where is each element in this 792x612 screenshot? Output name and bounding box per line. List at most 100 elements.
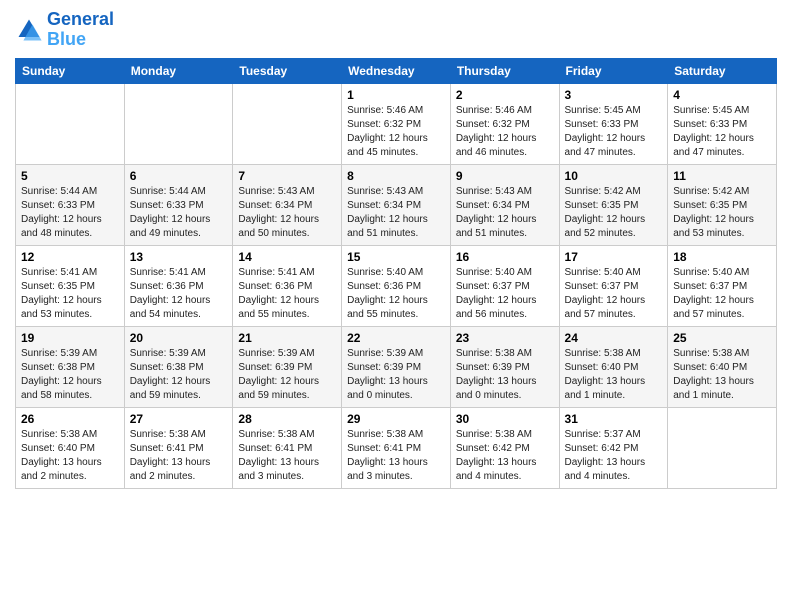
week-row-4: 19 Sunrise: 5:39 AM Sunset: 6:38 PM Dayli… <box>16 326 777 407</box>
day-number: 18 <box>673 250 771 264</box>
day-info: Sunrise: 5:44 AM Sunset: 6:33 PM Dayligh… <box>130 185 228 241</box>
day-number: 15 <box>347 250 445 264</box>
calendar-cell: 11 Sunrise: 5:42 AM Sunset: 6:35 PM Dayli… <box>668 164 777 245</box>
calendar-cell <box>668 407 777 488</box>
day-info: Sunrise: 5:38 AM Sunset: 6:39 PM Dayligh… <box>456 347 554 403</box>
day-info: Sunrise: 5:40 AM Sunset: 6:37 PM Dayligh… <box>673 266 771 322</box>
week-row-1: 1 Sunrise: 5:46 AM Sunset: 6:32 PM Daylig… <box>16 83 777 164</box>
calendar-cell: 31Sunrise: 5:37 AM Sunset: 6:42 PM Dayli… <box>559 407 668 488</box>
calendar-cell: 25Sunrise: 5:38 AM Sunset: 6:40 PM Dayli… <box>668 326 777 407</box>
day-info: Sunrise: 5:42 AM Sunset: 6:35 PM Dayligh… <box>673 185 771 241</box>
day-number: 14 <box>238 250 336 264</box>
day-number: 29 <box>347 412 445 426</box>
calendar-cell: 9 Sunrise: 5:43 AM Sunset: 6:34 PM Daylig… <box>450 164 559 245</box>
day-info: Sunrise: 5:42 AM Sunset: 6:35 PM Dayligh… <box>565 185 663 241</box>
calendar-cell: 12 Sunrise: 5:41 AM Sunset: 6:35 PM Dayli… <box>16 245 125 326</box>
day-info: Sunrise: 5:41 AM Sunset: 6:35 PM Dayligh… <box>21 266 119 322</box>
day-info: Sunrise: 5:40 AM Sunset: 6:36 PM Dayligh… <box>347 266 445 322</box>
calendar-cell: 7 Sunrise: 5:43 AM Sunset: 6:34 PM Daylig… <box>233 164 342 245</box>
calendar-cell <box>233 83 342 164</box>
calendar-cell: 30 Sunrise: 5:38 AM Sunset: 6:42 PM Dayli… <box>450 407 559 488</box>
calendar-cell: 2 Sunrise: 5:46 AM Sunset: 6:32 PM Daylig… <box>450 83 559 164</box>
day-number: 19 <box>21 331 119 345</box>
calendar-cell: 3Sunrise: 5:45 AM Sunset: 6:33 PM Daylig… <box>559 83 668 164</box>
day-info: Sunrise: 5:41 AM Sunset: 6:36 PM Dayligh… <box>130 266 228 322</box>
day-number: 30 <box>456 412 554 426</box>
day-info: Sunrise: 5:38 AM Sunset: 6:40 PM Dayligh… <box>673 347 771 403</box>
calendar-body: 1 Sunrise: 5:46 AM Sunset: 6:32 PM Daylig… <box>16 83 777 488</box>
calendar-cell: 20Sunrise: 5:39 AM Sunset: 6:38 PM Dayli… <box>124 326 233 407</box>
day-number: 4 <box>673 88 771 102</box>
week-row-2: 5 Sunrise: 5:44 AM Sunset: 6:33 PM Daylig… <box>16 164 777 245</box>
calendar-cell: 4 Sunrise: 5:45 AM Sunset: 6:33 PM Daylig… <box>668 83 777 164</box>
day-info: Sunrise: 5:38 AM Sunset: 6:40 PM Dayligh… <box>565 347 663 403</box>
day-number: 2 <box>456 88 554 102</box>
calendar-cell: 15 Sunrise: 5:40 AM Sunset: 6:36 PM Dayli… <box>342 245 451 326</box>
weekday-header-friday: Friday <box>559 58 668 83</box>
day-number: 28 <box>238 412 336 426</box>
day-info: Sunrise: 5:38 AM Sunset: 6:41 PM Dayligh… <box>238 428 336 484</box>
weekday-header-thursday: Thursday <box>450 58 559 83</box>
logo: General Blue <box>15 10 114 50</box>
day-info: Sunrise: 5:41 AM Sunset: 6:36 PM Dayligh… <box>238 266 336 322</box>
day-info: Sunrise: 5:43 AM Sunset: 6:34 PM Dayligh… <box>347 185 445 241</box>
day-number: 21 <box>238 331 336 345</box>
calendar-cell: 22 Sunrise: 5:39 AM Sunset: 6:39 PM Dayli… <box>342 326 451 407</box>
day-info: Sunrise: 5:38 AM Sunset: 6:40 PM Dayligh… <box>21 428 119 484</box>
calendar-cell: 8 Sunrise: 5:43 AM Sunset: 6:34 PM Daylig… <box>342 164 451 245</box>
calendar-cell: 28 Sunrise: 5:38 AM Sunset: 6:41 PM Dayli… <box>233 407 342 488</box>
calendar-header: General Blue <box>15 10 777 50</box>
calendar-cell: 23 Sunrise: 5:38 AM Sunset: 6:39 PM Dayli… <box>450 326 559 407</box>
day-number: 5 <box>21 169 119 183</box>
day-number: 26 <box>21 412 119 426</box>
day-info: Sunrise: 5:45 AM Sunset: 6:33 PM Dayligh… <box>673 104 771 160</box>
weekday-header-sunday: Sunday <box>16 58 125 83</box>
day-number: 6 <box>130 169 228 183</box>
day-number: 9 <box>456 169 554 183</box>
calendar-cell: 21 Sunrise: 5:39 AM Sunset: 6:39 PM Dayli… <box>233 326 342 407</box>
day-info: Sunrise: 5:39 AM Sunset: 6:39 PM Dayligh… <box>238 347 336 403</box>
calendar-cell: 24 Sunrise: 5:38 AM Sunset: 6:40 PM Dayli… <box>559 326 668 407</box>
day-number: 24 <box>565 331 663 345</box>
day-number: 12 <box>21 250 119 264</box>
calendar-cell: 17 Sunrise: 5:40 AM Sunset: 6:37 PM Dayli… <box>559 245 668 326</box>
calendar-cell <box>124 83 233 164</box>
calendar-cell: 14 Sunrise: 5:41 AM Sunset: 6:36 PM Dayli… <box>233 245 342 326</box>
day-number: 1 <box>347 88 445 102</box>
calendar-cell: 19 Sunrise: 5:39 AM Sunset: 6:38 PM Dayli… <box>16 326 125 407</box>
logo-icon <box>15 16 43 44</box>
day-info: Sunrise: 5:40 AM Sunset: 6:37 PM Dayligh… <box>565 266 663 322</box>
day-info: Sunrise: 5:38 AM Sunset: 6:42 PM Dayligh… <box>456 428 554 484</box>
calendar-cell: 27 Sunrise: 5:38 AM Sunset: 6:41 PM Dayli… <box>124 407 233 488</box>
day-info: Sunrise: 5:39 AM Sunset: 6:39 PM Dayligh… <box>347 347 445 403</box>
calendar-cell: 29Sunrise: 5:38 AM Sunset: 6:41 PM Dayli… <box>342 407 451 488</box>
page-container: General Blue SundayMondayTuesdayWednesda… <box>0 0 792 499</box>
day-info: Sunrise: 5:43 AM Sunset: 6:34 PM Dayligh… <box>238 185 336 241</box>
day-info: Sunrise: 5:37 AM Sunset: 6:42 PM Dayligh… <box>565 428 663 484</box>
calendar-cell: 10 Sunrise: 5:42 AM Sunset: 6:35 PM Dayli… <box>559 164 668 245</box>
day-info: Sunrise: 5:46 AM Sunset: 6:32 PM Dayligh… <box>456 104 554 160</box>
day-info: Sunrise: 5:38 AM Sunset: 6:41 PM Dayligh… <box>130 428 228 484</box>
day-info: Sunrise: 5:44 AM Sunset: 6:33 PM Dayligh… <box>21 185 119 241</box>
day-number: 10 <box>565 169 663 183</box>
calendar-cell: 18 Sunrise: 5:40 AM Sunset: 6:37 PM Dayli… <box>668 245 777 326</box>
weekday-header-wednesday: Wednesday <box>342 58 451 83</box>
weekday-header-row: SundayMondayTuesdayWednesdayThursdayFrid… <box>16 58 777 83</box>
day-info: Sunrise: 5:43 AM Sunset: 6:34 PM Dayligh… <box>456 185 554 241</box>
calendar-cell: 16Sunrise: 5:40 AM Sunset: 6:37 PM Dayli… <box>450 245 559 326</box>
calendar-cell: 26 Sunrise: 5:38 AM Sunset: 6:40 PM Dayli… <box>16 407 125 488</box>
day-number: 23 <box>456 331 554 345</box>
day-info: Sunrise: 5:39 AM Sunset: 6:38 PM Dayligh… <box>130 347 228 403</box>
week-row-5: 26 Sunrise: 5:38 AM Sunset: 6:40 PM Dayli… <box>16 407 777 488</box>
day-info: Sunrise: 5:39 AM Sunset: 6:38 PM Dayligh… <box>21 347 119 403</box>
calendar-cell: 13Sunrise: 5:41 AM Sunset: 6:36 PM Dayli… <box>124 245 233 326</box>
day-number: 11 <box>673 169 771 183</box>
day-number: 27 <box>130 412 228 426</box>
day-number: 7 <box>238 169 336 183</box>
weekday-header-saturday: Saturday <box>668 58 777 83</box>
day-number: 17 <box>565 250 663 264</box>
day-number: 8 <box>347 169 445 183</box>
calendar-table: SundayMondayTuesdayWednesdayThursdayFrid… <box>15 58 777 489</box>
day-number: 22 <box>347 331 445 345</box>
calendar-cell: 5 Sunrise: 5:44 AM Sunset: 6:33 PM Daylig… <box>16 164 125 245</box>
